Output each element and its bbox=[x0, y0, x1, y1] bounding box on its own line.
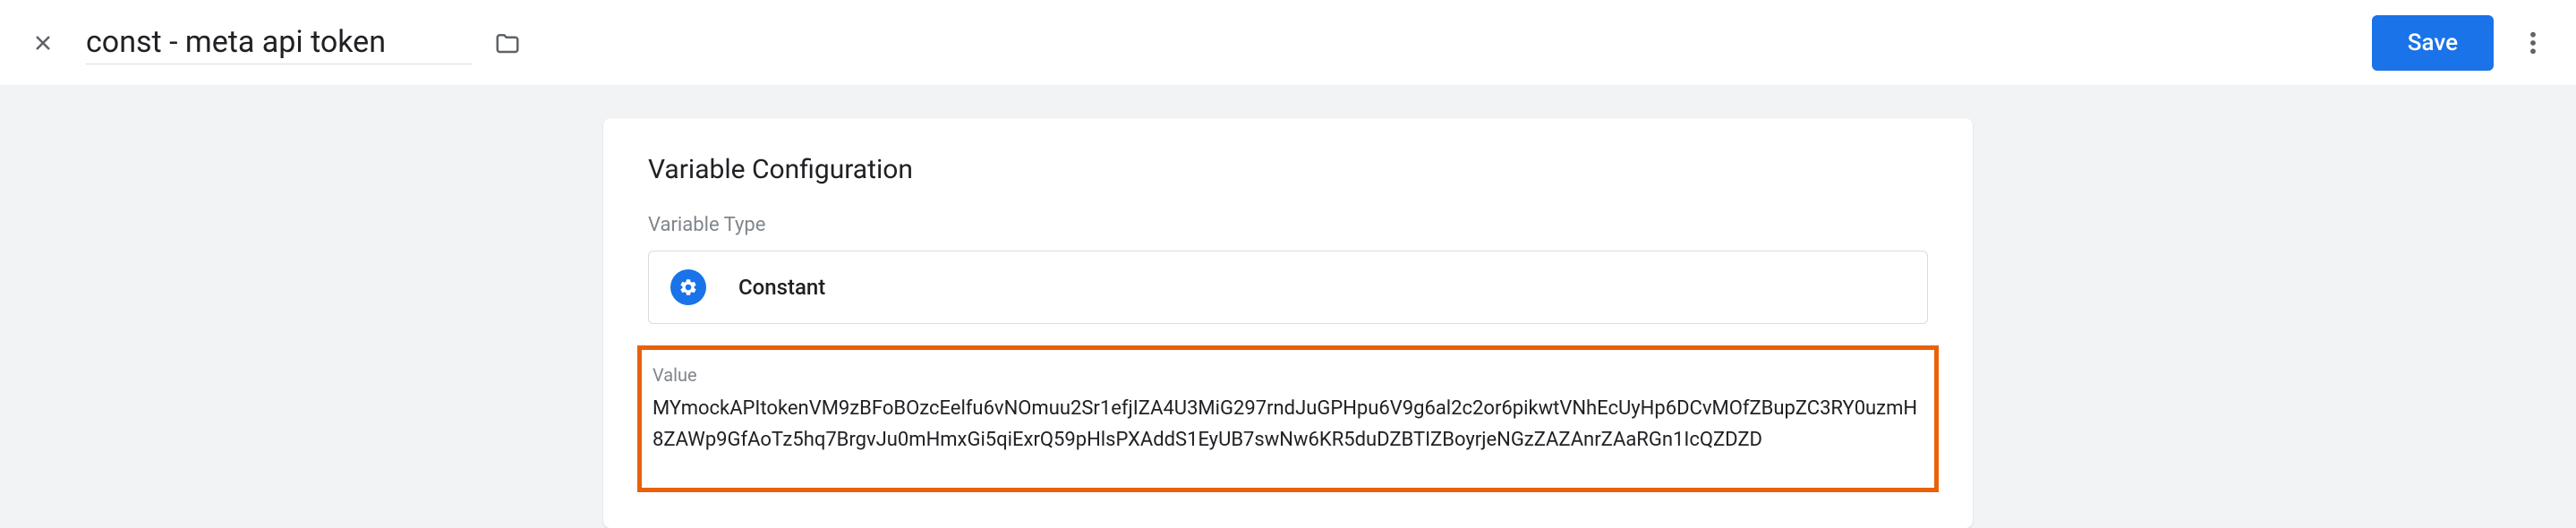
variable-type-name: Constant bbox=[738, 275, 825, 300]
folder-button[interactable] bbox=[486, 21, 529, 64]
gear-icon bbox=[678, 277, 698, 297]
folder-icon bbox=[494, 30, 521, 56]
editor-header: Save bbox=[0, 0, 2576, 86]
card-title: Variable Configuration bbox=[648, 154, 1928, 185]
variable-type-label: Variable Type bbox=[648, 214, 1928, 236]
value-section-highlighted: Value MYmockAPItokenVM9zBFoBOzcEelfu6vNO… bbox=[637, 345, 1939, 492]
save-button[interactable]: Save bbox=[2372, 15, 2494, 71]
constant-type-icon bbox=[670, 269, 706, 305]
close-icon bbox=[30, 30, 55, 55]
variable-config-card: Variable Configuration Variable Type Con… bbox=[603, 118, 1973, 528]
more-options-button[interactable] bbox=[2512, 21, 2555, 64]
value-label: Value bbox=[649, 364, 1927, 386]
content-area: Variable Configuration Variable Type Con… bbox=[0, 86, 2576, 528]
value-text: MYmockAPItokenVM9zBFoBOzcEelfu6vNOmuu2Sr… bbox=[649, 393, 1927, 456]
more-vertical-icon bbox=[2529, 30, 2537, 55]
close-button[interactable] bbox=[21, 21, 64, 64]
variable-type-selector[interactable]: Constant bbox=[648, 251, 1928, 324]
variable-name-input[interactable] bbox=[86, 21, 472, 64]
